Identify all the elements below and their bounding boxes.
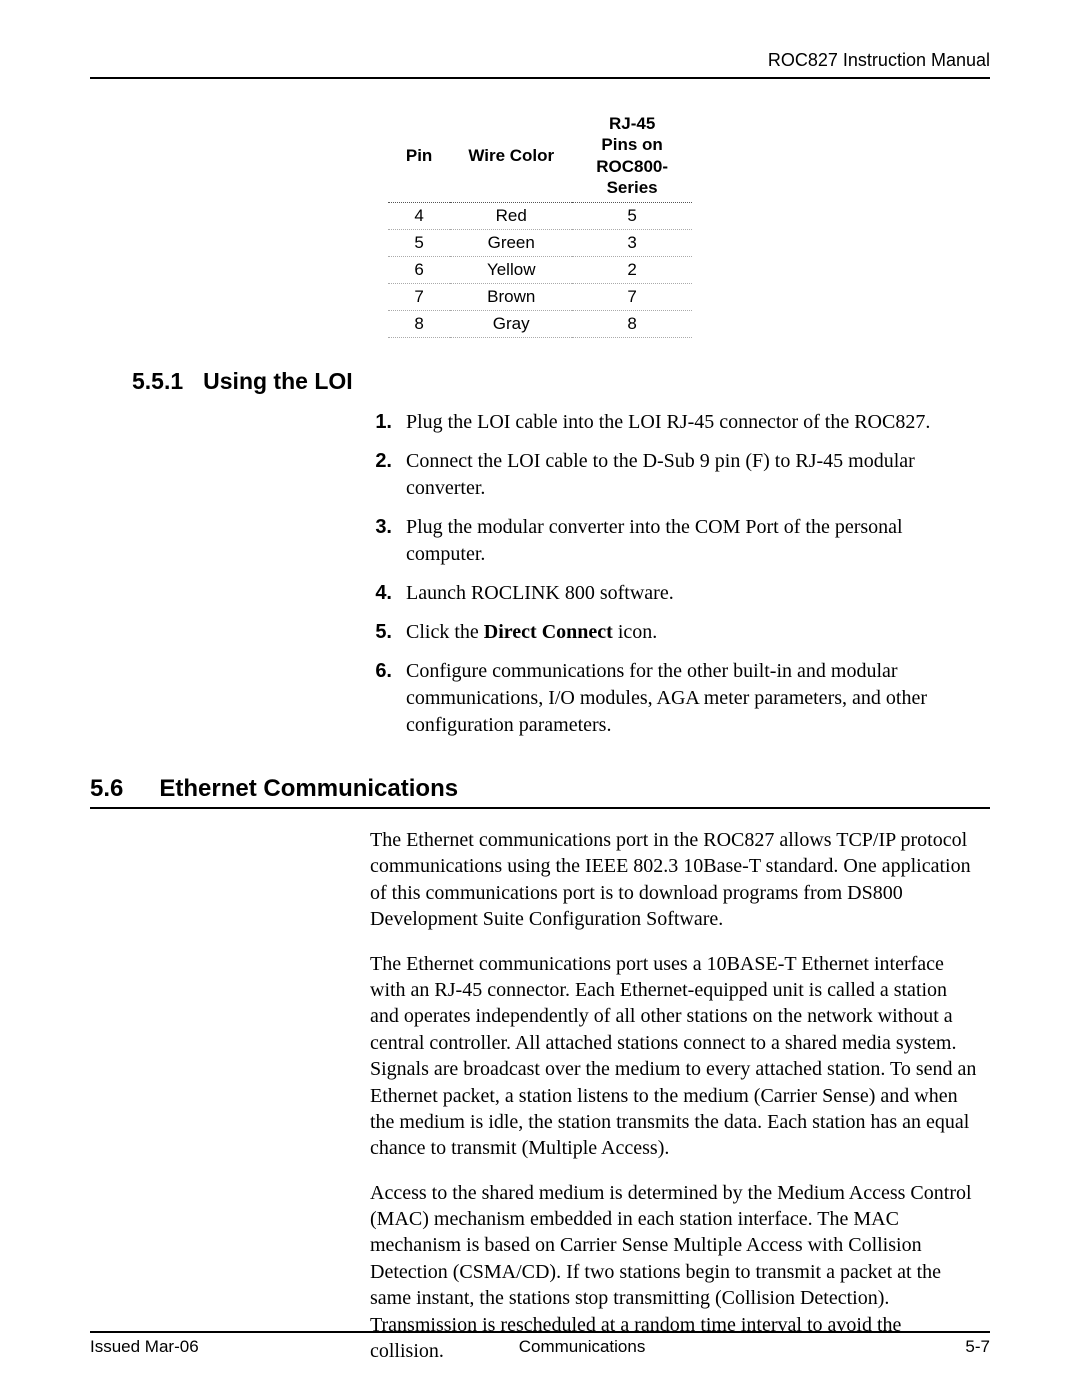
section-number: 5.5.1 xyxy=(132,368,183,395)
section-title: Ethernet Communications xyxy=(159,775,458,803)
page-header: ROC827 Instruction Manual xyxy=(90,50,990,79)
section-5-6-heading: 5.6 Ethernet Communications xyxy=(90,775,990,809)
pin-table: Pin Wire Color RJ-45 Pins on ROC800-Seri… xyxy=(388,109,692,338)
footer-center: Communications xyxy=(519,1337,646,1357)
body-paragraph: The Ethernet communications port in the … xyxy=(370,827,980,933)
list-item: 6. Configure communications for the othe… xyxy=(370,658,980,739)
footer-right: 5-7 xyxy=(965,1337,990,1357)
list-item: 5. Click the Direct Connect icon. xyxy=(370,619,980,646)
table-row: 6 Yellow 2 xyxy=(388,257,692,284)
footer-left: Issued Mar-06 xyxy=(90,1337,199,1357)
table-row: 8 Gray 8 xyxy=(388,311,692,338)
page-footer: Issued Mar-06 Communications 5-7 xyxy=(90,1331,990,1357)
section-title: Using the LOI xyxy=(203,368,353,395)
list-item: 1. Plug the LOI cable into the LOI RJ-45… xyxy=(370,409,980,436)
section-5-5-1-heading: 5.5.1 Using the LOI xyxy=(132,368,990,395)
section-number: 5.6 xyxy=(90,775,123,803)
list-item: 3. Plug the modular converter into the C… xyxy=(370,514,980,568)
steps-list: 1. Plug the LOI cable into the LOI RJ-45… xyxy=(370,409,980,739)
list-item: 4. Launch ROCLINK 800 software. xyxy=(370,580,980,607)
table-row: 5 Green 3 xyxy=(388,230,692,257)
body-paragraph: The Ethernet communications port uses a … xyxy=(370,951,980,1162)
th-rj45: RJ-45 Pins on ROC800-Series xyxy=(572,109,692,203)
th-wire: Wire Color xyxy=(450,109,572,203)
th-pin: Pin xyxy=(388,109,450,203)
header-title: ROC827 Instruction Manual xyxy=(768,50,990,70)
table-row: 7 Brown 7 xyxy=(388,284,692,311)
list-item: 2. Connect the LOI cable to the D-Sub 9 … xyxy=(370,448,980,502)
table-row: 4 Red 5 xyxy=(388,203,692,230)
